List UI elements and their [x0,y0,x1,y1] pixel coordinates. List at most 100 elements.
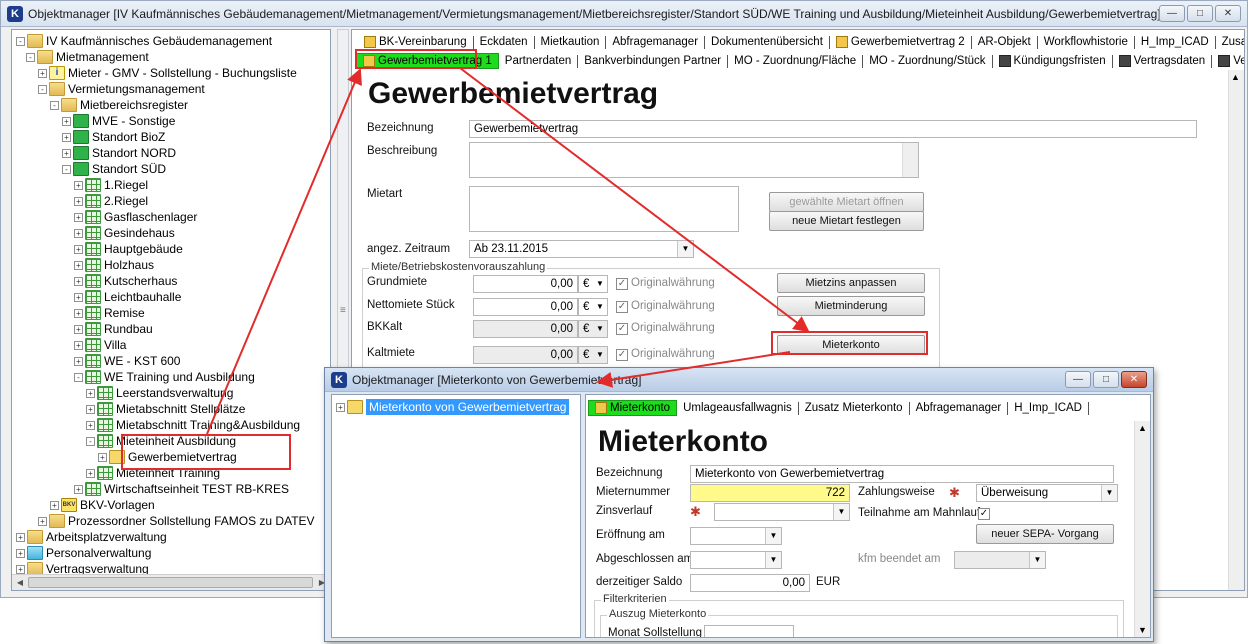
abgeschlossen-date[interactable]: ▼ [690,551,782,569]
mieterkonto-tree[interactable]: + Mieterkonto von Gewerbemietvertrag [331,394,581,638]
tab-5[interactable]: Kündigungsfristen [993,54,1113,68]
tree-node-mieterkonto[interactable]: + Mieterkonto von Gewerbemietvertrag [336,399,570,415]
chevron-down-icon[interactable]: ▼ [1101,485,1117,501]
tab-2[interactable]: Bankverbindungen Partner [578,54,729,68]
open-mietart-button[interactable]: gewählte Mietart öffnen [769,192,924,212]
collapse-icon[interactable]: - [62,164,71,174]
chevron-down-icon[interactable]: ▼ [596,302,604,311]
expand-icon[interactable]: + [62,132,71,142]
scroll-up-icon[interactable]: ▲ [1231,72,1240,82]
chevron-down-icon[interactable]: ▼ [765,552,781,568]
expand-icon[interactable]: + [98,452,107,462]
zinsverlauf-select[interactable]: ▼ [714,503,850,521]
expand-icon[interactable]: + [38,68,47,78]
detail-scrollbar[interactable]: ▲ [1228,70,1244,590]
expand-icon[interactable]: + [50,500,59,510]
tab-1[interactable]: Umlageausfallwagnis [677,401,799,415]
tree-item[interactable]: + Rundbau [74,321,153,337]
beschreibung-textarea[interactable] [469,142,919,178]
tree-item[interactable]: + Mietabschnitt Training&Ausbildung [86,417,300,433]
rent-amount-input[interactable]: 0,00 [473,346,578,364]
scroll-up-icon[interactable]: ▲ [1138,423,1147,433]
tree-item[interactable]: + Prozessordner Sollstellung FAMOS zu DAT… [38,513,315,529]
expand-icon[interactable]: + [16,564,25,574]
expand-icon[interactable]: + [86,388,95,398]
maximize-button[interactable]: □ [1093,371,1119,388]
tree-item[interactable]: + Arbeitsplatzverwaltung [16,529,167,545]
tab-3[interactable]: Abfragemanager [910,401,1009,415]
chevron-down-icon[interactable]: ▼ [1029,552,1045,568]
expand-icon[interactable]: + [74,180,83,190]
tree-item[interactable]: + MVE - Sonstige [62,113,175,129]
mietart-textarea[interactable] [469,186,739,232]
sepa-button[interactable]: neuer SEPA- Vorgang [976,524,1114,544]
tab-4[interactable]: MO - Zuordnung/Stück [863,54,993,68]
tree-item[interactable]: - Mietbereichsregister [50,97,188,113]
tree-item[interactable]: + Remise [74,305,145,321]
tree-item[interactable]: + Leerstandsverwaltung [86,385,233,401]
tree-item[interactable]: + Gesindehaus [74,225,175,241]
collapse-icon[interactable]: - [38,84,47,94]
collapse-icon[interactable]: - [16,36,25,46]
originalwaehrung-checkbox[interactable]: ✓ [616,323,628,335]
tab-6[interactable]: Vertragsdaten [1113,54,1213,68]
expand-icon[interactable]: + [16,548,25,558]
tree-item[interactable]: + Gewerbemietvertrag [98,449,237,465]
originalwaehrung-checkbox[interactable]: ✓ [616,278,628,290]
close-button[interactable]: ✕ [1215,5,1241,22]
tree-item[interactable]: - Mieteinheit Ausbildung [86,433,236,449]
bezeichnung-input[interactable]: Gewerbemietvertrag [469,120,1197,138]
tree-item[interactable]: + Gasflaschenlager [74,209,197,225]
tree-item[interactable]: +1.Riegel [74,177,148,193]
tree-item[interactable]: + WE - KST 600 [74,353,180,369]
collapse-icon[interactable]: - [74,372,83,382]
tree-item[interactable]: + Standort BioZ [62,129,165,145]
tree-item[interactable]: - Mietmanagement [26,49,149,65]
expand-icon[interactable]: + [86,404,95,414]
beschreibung-scrollbar[interactable] [902,143,918,177]
mk-bezeichnung-input[interactable]: Mieterkonto von Gewerbemietvertrag [690,465,1114,483]
tab-7[interactable]: Workflowhistorie [1038,35,1135,49]
rent-amount-input[interactable]: 0,00 [473,320,578,338]
mieterkonto-button[interactable]: Mieterkonto [777,335,925,355]
tree-item[interactable]: + Holzhaus [74,257,154,273]
tab-8[interactable]: H_Imp_ICAD [1135,35,1216,49]
tree-item[interactable]: + Wirtschaftseinheit TEST RB-KRES [74,481,289,497]
originalwaehrung-checkbox[interactable]: ✓ [616,301,628,313]
mietminderung-button[interactable]: Mietminderung [777,296,925,316]
tab-4[interactable]: Dokumentenübersicht [705,35,830,49]
chevron-down-icon[interactable]: ▼ [596,324,604,333]
tree-horizontal-scrollbar[interactable]: ◀ ▶ [12,574,330,590]
expand-icon[interactable]: + [74,276,83,286]
collapse-icon[interactable]: - [50,100,59,110]
collapse-icon[interactable]: - [86,436,95,446]
tab-6[interactable]: AR-Objekt [972,35,1038,49]
expand-icon[interactable]: + [74,228,83,238]
expand-icon[interactable]: + [74,244,83,254]
tree-item[interactable]: +2.Riegel [74,193,148,209]
expand-icon[interactable]: + [38,516,47,526]
tree-item[interactable]: + Standort NORD [62,145,176,161]
expand-icon[interactable]: + [16,532,25,542]
close-button[interactable]: ✕ [1121,371,1147,388]
originalwaehrung-checkbox[interactable]: ✓ [616,349,628,361]
rent-amount-input[interactable]: 0,00 [473,298,578,316]
tab-2[interactable]: Mietkaution [535,35,607,49]
mietzins-anpassen-button[interactable]: Mietzins anpassen [777,273,925,293]
expand-icon[interactable]: + [74,292,83,302]
expand-icon[interactable]: + [74,356,83,366]
tree-item[interactable]: + Mieteinheit Training [86,465,220,481]
tab-4[interactable]: H_Imp_ICAD [1008,401,1089,415]
tab-0[interactable]: Gewerbemietvertrag 1 [356,53,499,69]
expand-icon[interactable]: + [86,420,95,430]
collapse-icon[interactable]: - [26,52,35,62]
object-tree[interactable]: - IV Kaufmännisches Gebäudemanagement - Mie… [11,29,331,591]
expand-icon[interactable]: + [74,340,83,350]
scroll-down-icon[interactable]: ▼ [1138,625,1147,635]
tab-0[interactable]: BK-Vereinbarung [358,35,474,49]
zins-link-icon[interactable]: ✱ [690,504,712,520]
tab-3[interactable]: Abfragemanager [606,35,706,49]
scroll-thumb[interactable] [28,577,313,588]
rent-amount-input[interactable]: 0,00 [473,275,578,293]
tree-item[interactable]: + Mietabschnitt Stellplätze [86,401,245,417]
